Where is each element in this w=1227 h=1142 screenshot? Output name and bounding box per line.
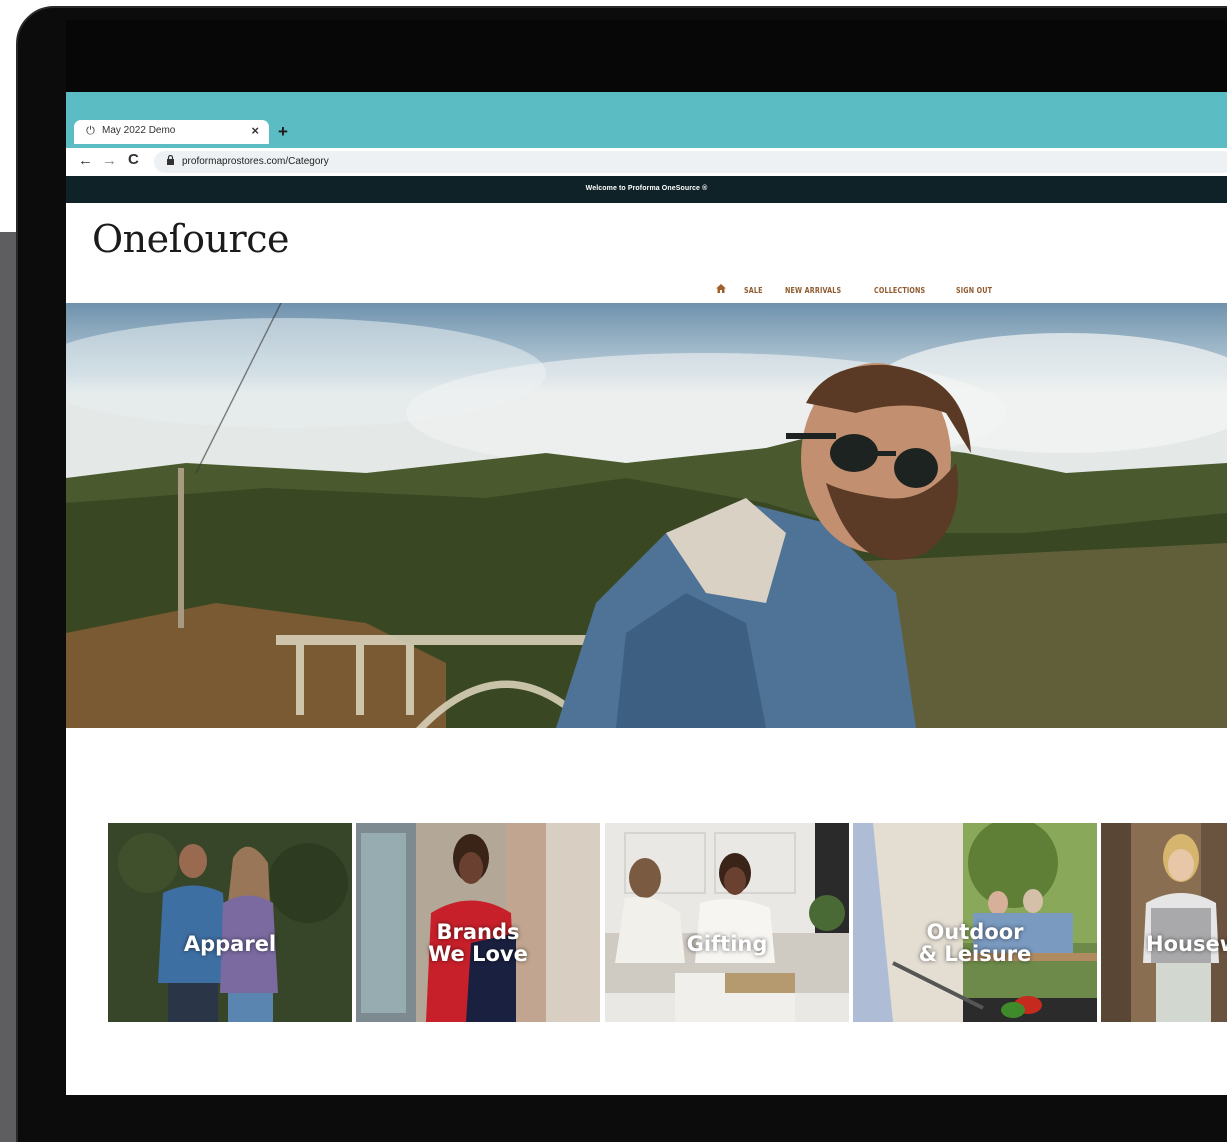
tab-title: May 2022 Demo: [102, 125, 176, 136]
category-grid: Apparel Brands We Love Gifting Outdoor &…: [108, 823, 1227, 1023]
welcome-bar: Welcome to Proforma OneSource ®: [66, 176, 1227, 203]
back-button[interactable]: ←: [78, 152, 93, 169]
reload-button[interactable]: C: [128, 151, 139, 168]
home-icon[interactable]: [716, 284, 726, 296]
nav-new-arrivals[interactable]: NEW ARRIVALS: [785, 286, 841, 295]
category-apparel[interactable]: Apparel: [108, 823, 352, 1022]
category-image: [605, 823, 849, 1022]
nav-sign-out[interactable]: SIGN OUT: [956, 286, 992, 295]
main-nav: SALE NEW ARRIVALS COLLECTIONS SIGN OUT: [716, 283, 1001, 297]
browser-window: ⏻ May 2022 Demo × + ← → C proformaprosto…: [66, 92, 1227, 1095]
category-image: [108, 823, 352, 1022]
category-label: Brands We Love: [356, 921, 600, 965]
category-label-line1: Gifting: [686, 932, 768, 956]
forward-button[interactable]: →: [102, 152, 117, 169]
power-icon: ⏻: [86, 125, 95, 137]
category-label: Housew: [1146, 933, 1227, 955]
hero-banner[interactable]: [66, 303, 1227, 728]
category-label: Outdoor & Leisure: [853, 921, 1097, 965]
category-label-line1: Apparel: [183, 932, 277, 956]
url-text: proformaprostores.com/Category: [182, 156, 329, 167]
lock-icon: [166, 154, 175, 168]
address-bar[interactable]: proformaprostores.com/Category: [154, 151, 1227, 173]
welcome-text: Welcome to Proforma OneSource ®: [585, 185, 708, 192]
new-tab-button[interactable]: +: [278, 122, 288, 142]
browser-tab[interactable]: ⏻ May 2022 Demo ×: [74, 120, 269, 144]
site-header: Oneſource SALE NEW ARRIVALS COLLECTIONS …: [66, 203, 1227, 303]
category-label-line1: Housew: [1146, 932, 1227, 956]
category-label-line1: Brands: [436, 920, 520, 944]
category-outdoor-leisure[interactable]: Outdoor & Leisure: [853, 823, 1097, 1022]
category-label: Gifting: [605, 933, 849, 955]
category-brands-we-love[interactable]: Brands We Love: [356, 823, 600, 1022]
browser-toolbar: ← → C proformaprostores.com/Category: [66, 148, 1227, 176]
category-housewares[interactable]: Housew: [1101, 823, 1227, 1022]
category-label-line2: We Love: [428, 942, 528, 966]
browser-tab-bar: ⏻ May 2022 Demo × +: [66, 92, 1227, 148]
category-gifting[interactable]: Gifting: [605, 823, 849, 1022]
nav-sale[interactable]: SALE: [744, 286, 763, 295]
hero-image: [66, 303, 1227, 728]
laptop-bezel-bottom: [66, 1095, 1227, 1142]
category-image: [1101, 823, 1227, 1022]
category-label: Apparel: [108, 933, 352, 955]
laptop-bezel-top: [66, 20, 1227, 92]
category-label-line1: Outdoor: [926, 920, 1024, 944]
close-icon[interactable]: ×: [251, 123, 259, 138]
site-logo[interactable]: Oneſource: [92, 217, 289, 261]
nav-collections[interactable]: COLLECTIONS: [874, 286, 925, 295]
category-label-line2: & Leisure: [918, 942, 1032, 966]
